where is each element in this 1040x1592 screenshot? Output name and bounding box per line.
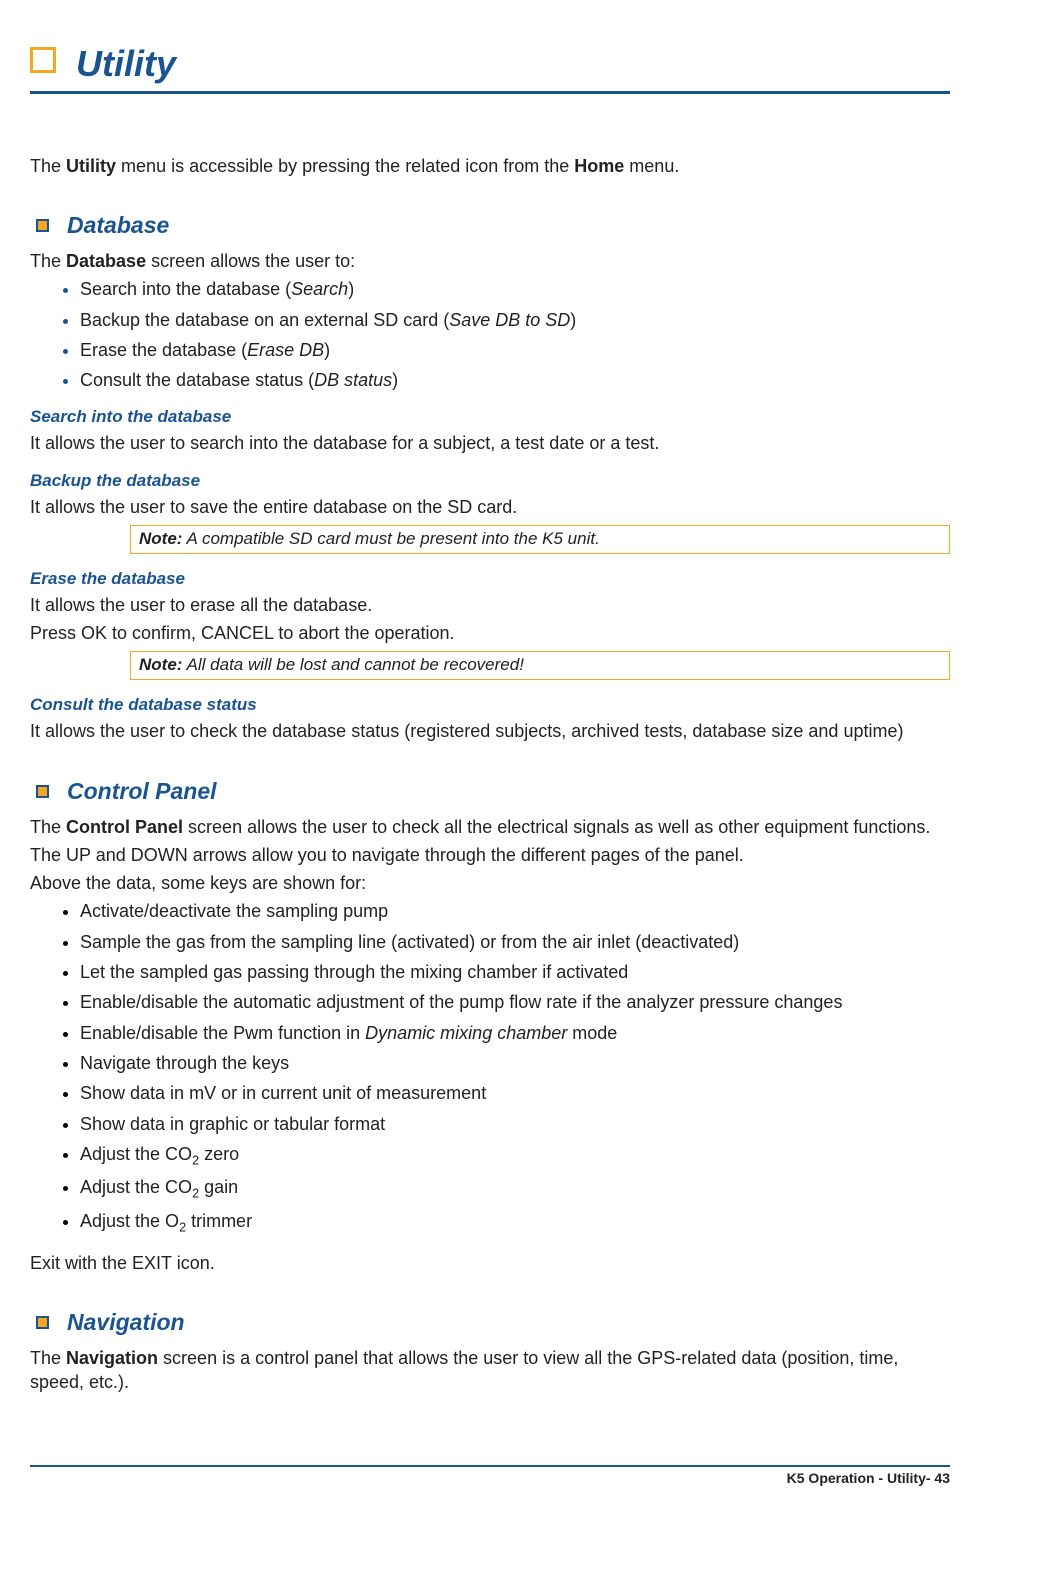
list-item: Adjust the CO2 zero xyxy=(80,1142,950,1170)
list-item: Show data in mV or in current unit of me… xyxy=(80,1081,950,1105)
nav-intro: The Navigation screen is a control panel… xyxy=(30,1346,950,1395)
intro-text-mid: menu is accessible by pressing the relat… xyxy=(116,156,574,176)
db-backup-title: Backup the database xyxy=(30,470,950,493)
cp-intro: The Control Panel screen allows the user… xyxy=(30,815,950,839)
db-erase-text1: It allows the user to erase all the data… xyxy=(30,593,950,617)
cp-intro-bold: Control Panel xyxy=(66,817,183,837)
db-search-text: It allows the user to search into the da… xyxy=(30,431,950,455)
note-label: Note: xyxy=(139,529,182,548)
list-item: Backup the database on an external SD ca… xyxy=(80,308,950,332)
section-heading-navigation: Navigation xyxy=(30,1307,950,1338)
li-em: Search xyxy=(291,279,348,299)
section-bullet-icon xyxy=(36,785,49,798)
cp-exit: Exit with the EXIT icon. xyxy=(30,1251,950,1275)
nav-intro-bold: Navigation xyxy=(66,1348,158,1368)
li-text: ) xyxy=(348,279,354,299)
li-text: Search into the database ( xyxy=(80,279,291,299)
li-text: Adjust the CO xyxy=(80,1177,192,1197)
intro-text-suffix: menu. xyxy=(624,156,679,176)
li-text: mode xyxy=(567,1023,617,1043)
db-intro-pre: The xyxy=(30,251,66,271)
cp-line3: Above the data, some keys are shown for: xyxy=(30,871,950,895)
note-box-erase: Note: All data will be lost and cannot b… xyxy=(130,651,950,680)
db-intro: The Database screen allows the user to: xyxy=(30,249,950,273)
db-intro-bold: Database xyxy=(66,251,146,271)
li-text: Backup the database on an external SD ca… xyxy=(80,310,449,330)
cp-intro-post: screen allows the user to check all the … xyxy=(183,817,930,837)
db-status-text: It allows the user to check the database… xyxy=(30,719,950,743)
list-item: Adjust the O2 trimmer xyxy=(80,1209,950,1237)
note-label: Note: xyxy=(139,655,182,674)
list-item: Adjust the CO2 gain xyxy=(80,1175,950,1203)
list-item: Show data in graphic or tabular format xyxy=(80,1112,950,1136)
db-feature-list: Search into the database (Search) Backup… xyxy=(30,277,950,392)
db-status-title: Consult the database status xyxy=(30,694,950,717)
nav-intro-post: screen is a control panel that allows th… xyxy=(30,1348,898,1392)
li-text: ) xyxy=(392,370,398,390)
note-text: A compatible SD card must be present int… xyxy=(182,529,599,548)
nav-heading-text: Navigation xyxy=(67,1307,185,1338)
intro-paragraph: The Utility menu is accessible by pressi… xyxy=(30,154,950,178)
list-item: Enable/disable the Pwm function in Dynam… xyxy=(80,1021,950,1045)
list-item: Activate/deactivate the sampling pump xyxy=(80,899,950,923)
db-erase-title: Erase the database xyxy=(30,568,950,591)
cp-heading-text: Control Panel xyxy=(67,776,217,807)
li-text: Consult the database status ( xyxy=(80,370,314,390)
li-text: Enable/disable the Pwm function in xyxy=(80,1023,365,1043)
list-item: Navigate through the keys xyxy=(80,1051,950,1075)
li-text: Adjust the O xyxy=(80,1211,179,1231)
li-text: Adjust the CO xyxy=(80,1144,192,1164)
db-backup-text: It allows the user to save the entire da… xyxy=(30,495,950,519)
page-footer: K5 Operation - Utility- 43 xyxy=(30,1465,950,1488)
db-intro-post: screen allows the user to: xyxy=(146,251,355,271)
intro-utility: Utility xyxy=(66,156,116,176)
li-em: Dynamic mixing chamber xyxy=(365,1023,567,1043)
list-item: Erase the database (Erase DB) xyxy=(80,338,950,362)
db-erase-text2: Press OK to confirm, CANCEL to abort the… xyxy=(30,621,950,645)
section-bullet-icon xyxy=(36,219,49,232)
note-box-sd: Note: A compatible SD card must be prese… xyxy=(130,525,950,554)
page-title-bullet-icon xyxy=(30,47,56,73)
li-text: zero xyxy=(199,1144,239,1164)
db-heading-text: Database xyxy=(67,210,169,241)
db-search-title: Search into the database xyxy=(30,406,950,429)
li-text: gain xyxy=(199,1177,238,1197)
note-text: All data will be lost and cannot be reco… xyxy=(182,655,523,674)
list-item: Search into the database (Search) xyxy=(80,277,950,301)
nav-intro-pre: The xyxy=(30,1348,66,1368)
cp-line2: The UP and DOWN arrows allow you to navi… xyxy=(30,843,950,867)
li-text: ) xyxy=(570,310,576,330)
page-title: Utility xyxy=(76,40,176,89)
li-em: DB status xyxy=(314,370,392,390)
list-item: Enable/disable the automatic adjustment … xyxy=(80,990,950,1014)
li-text: ) xyxy=(324,340,330,360)
section-heading-control-panel: Control Panel xyxy=(30,776,950,807)
intro-home: Home xyxy=(574,156,624,176)
li-em: Erase DB xyxy=(247,340,324,360)
list-item: Sample the gas from the sampling line (a… xyxy=(80,930,950,954)
cp-feature-list: Activate/deactivate the sampling pump Sa… xyxy=(30,899,950,1236)
list-item: Let the sampled gas passing through the … xyxy=(80,960,950,984)
intro-text: The xyxy=(30,156,66,176)
section-bullet-icon xyxy=(36,1316,49,1329)
cp-intro-pre: The xyxy=(30,817,66,837)
li-text: Erase the database ( xyxy=(80,340,247,360)
page-title-bar: Utility xyxy=(30,40,950,94)
li-text: trimmer xyxy=(186,1211,252,1231)
list-item: Consult the database status (DB status) xyxy=(80,368,950,392)
section-heading-database: Database xyxy=(30,210,950,241)
li-em: Save DB to SD xyxy=(449,310,570,330)
